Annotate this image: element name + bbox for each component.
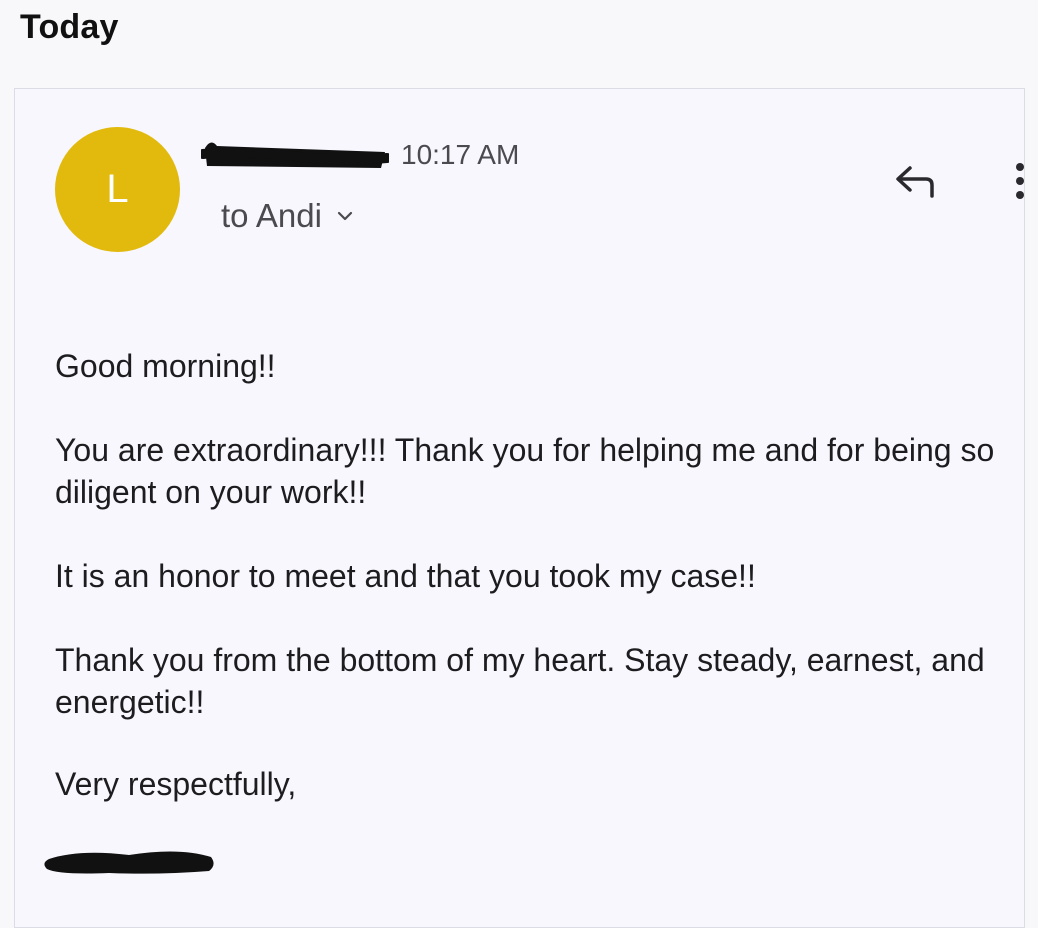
avatar-letter: L bbox=[106, 167, 129, 211]
recipient-toggle[interactable]: to Andi bbox=[221, 197, 354, 235]
more-options-button[interactable] bbox=[1011, 155, 1025, 205]
more-vertical-icon bbox=[1016, 163, 1024, 199]
email-closing: Very respectfully, bbox=[55, 766, 297, 802]
email-paragraph-2: It is an honor to meet and that you took… bbox=[55, 558, 756, 594]
reply-arrow-icon bbox=[896, 166, 934, 198]
redacted-sender-name bbox=[201, 140, 389, 170]
redaction-scribble-icon bbox=[44, 851, 214, 874]
section-header-today: Today bbox=[20, 8, 119, 46]
email-paragraph-1: You are extraordinary!!! Thank you for h… bbox=[55, 432, 995, 510]
redaction-scribble-icon bbox=[201, 142, 389, 168]
email-card: L 10:17 AM to Andi Good morning!! You ar… bbox=[14, 88, 1025, 928]
email-greeting: Good morning!! bbox=[55, 348, 276, 384]
chevron-down-icon bbox=[337, 211, 353, 221]
sender-row: 10:17 AM bbox=[201, 125, 519, 185]
redacted-signature bbox=[39, 841, 219, 879]
email-paragraph-3: Thank you from the bottom of my heart. S… bbox=[55, 642, 985, 720]
email-timestamp: 10:17 AM bbox=[401, 139, 520, 170]
recipient-label: to Andi bbox=[221, 197, 322, 234]
sender-avatar[interactable]: L bbox=[55, 127, 180, 252]
reply-button[interactable] bbox=[885, 155, 945, 205]
